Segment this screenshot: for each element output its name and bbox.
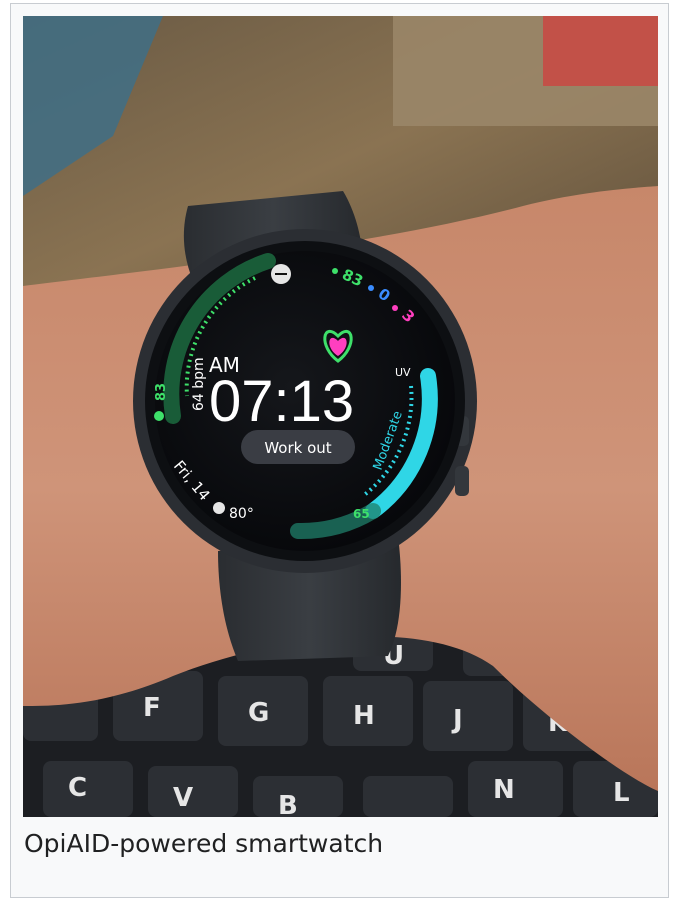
- key-label-b: B: [278, 791, 298, 817]
- uv-label: UV: [395, 366, 411, 379]
- red-object: [543, 16, 658, 86]
- smartwatch-photo: F G H J K L C V B N U I: [23, 16, 658, 817]
- key-label-l: L: [613, 778, 630, 808]
- key-label-c: C: [68, 773, 87, 803]
- key-label-v: V: [173, 783, 193, 813]
- key-label-h: H: [353, 701, 375, 731]
- photo-scene: F G H J K L C V B N U I: [23, 16, 658, 817]
- key-label-f: F: [143, 693, 161, 723]
- watch-button-bottom: [455, 466, 469, 496]
- time-display: 07:13: [209, 369, 354, 434]
- image-caption: OpiAID-powered smartwatch: [24, 829, 384, 858]
- key-label-n: N: [493, 775, 515, 805]
- uv-value-label: 65: [353, 507, 370, 521]
- steps-icon: [154, 411, 164, 421]
- key-label-j: J: [451, 705, 463, 735]
- weather-temp: 80°: [229, 506, 254, 522]
- key-label-g: G: [248, 698, 269, 728]
- workout-button-label: Work out: [264, 439, 331, 457]
- workout-button[interactable]: Work out: [241, 430, 355, 464]
- heart-value-label: 83: [154, 383, 169, 401]
- heart-rate-label: 64 bpm: [191, 357, 207, 411]
- weather-cloud-icon: [213, 502, 225, 514]
